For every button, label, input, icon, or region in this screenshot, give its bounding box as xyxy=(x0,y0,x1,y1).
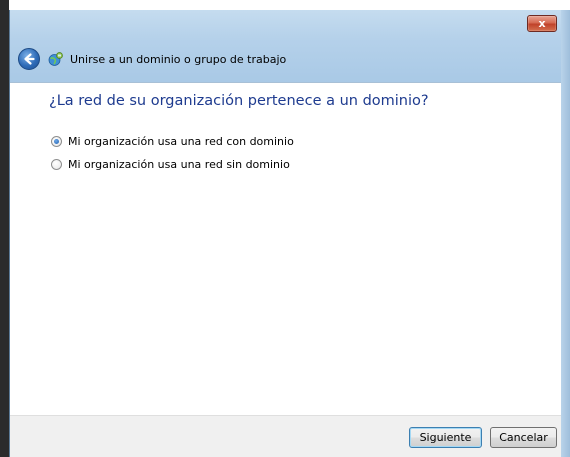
cancel-button[interactable]: Cancelar xyxy=(490,427,557,448)
option-domain-network-label: Mi organización usa una red con dominio xyxy=(68,135,294,148)
option-no-domain-network-label: Mi organización usa una red sin dominio xyxy=(68,158,290,171)
screen: x Unirse a un dominio o grupo de trabajo xyxy=(0,0,570,457)
window-frame-right xyxy=(561,10,570,457)
window-frame-top: x Unirse a un dominio o grupo de trabajo xyxy=(10,10,570,83)
network-icon xyxy=(48,52,63,66)
option-no-domain-network[interactable]: Mi organización usa una red sin dominio xyxy=(51,158,290,171)
screen-edge-left xyxy=(0,0,9,457)
back-button[interactable] xyxy=(18,48,40,70)
close-icon: x xyxy=(538,17,546,30)
close-button[interactable]: x xyxy=(527,15,557,32)
wizard-header: Unirse a un dominio o grupo de trabajo xyxy=(18,46,286,72)
option-domain-network[interactable]: Mi organización usa una red con dominio xyxy=(51,135,294,148)
screen-edge-top xyxy=(0,0,570,10)
wizard-footer: Siguiente Cancelar xyxy=(10,415,561,457)
wizard-window: x Unirse a un dominio o grupo de trabajo xyxy=(9,10,570,457)
wizard-content: ¿La red de su organización pertenece a u… xyxy=(10,83,561,415)
next-button[interactable]: Siguiente xyxy=(409,427,482,448)
wizard-title: Unirse a un dominio o grupo de trabajo xyxy=(70,52,287,66)
back-arrow-icon xyxy=(24,53,35,65)
radio-domain-network[interactable] xyxy=(51,136,62,147)
page-question: ¿La red de su organización pertenece a u… xyxy=(49,93,429,109)
radio-no-domain-network[interactable] xyxy=(51,159,62,170)
